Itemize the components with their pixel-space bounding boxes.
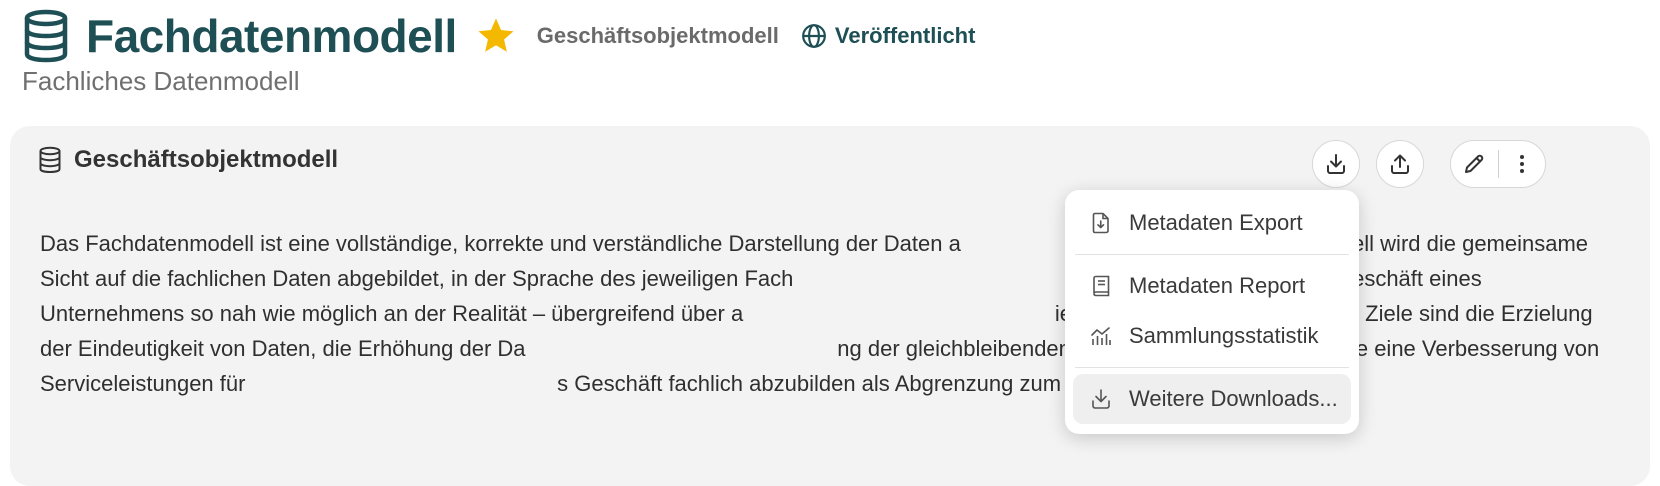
download-menu: Metadaten Export Metadaten Report Sammlu… xyxy=(1065,190,1359,434)
publish-status: Veröffentlicht xyxy=(801,23,976,49)
publish-status-label: Veröffentlicht xyxy=(834,23,976,48)
more-options-button[interactable] xyxy=(1498,141,1545,187)
menu-item-label: Weitere Downloads... xyxy=(1129,386,1338,411)
chart-icon xyxy=(1091,327,1111,345)
page-header: Fachdatenmodell Geschäftsobjektmodell Ve… xyxy=(22,6,975,66)
card-header: Geschäftsobjektmodell xyxy=(38,146,338,174)
favorite-star-icon[interactable] xyxy=(475,15,517,57)
download-icon xyxy=(1092,389,1110,409)
file-download-icon xyxy=(1092,212,1109,234)
card-title: Geschäftsobjektmodell xyxy=(74,146,339,173)
menu-item-collection-statistics[interactable]: Sammlungsstatistik xyxy=(1073,311,1351,361)
page-title: Fachdatenmodell xyxy=(86,10,457,62)
book-icon xyxy=(1093,275,1110,297)
menu-item-label: Metadaten Export xyxy=(1129,210,1303,235)
menu-item-more-downloads[interactable]: Weitere Downloads... xyxy=(1073,374,1351,424)
more-vertical-icon xyxy=(1519,155,1524,173)
menu-item-label: Metadaten Report xyxy=(1129,273,1306,298)
menu-item-metadata-report[interactable]: Metadaten Report xyxy=(1073,261,1351,311)
pencil-icon xyxy=(1465,154,1484,173)
download-icon xyxy=(1327,154,1345,174)
menu-item-label: Sammlungsstatistik xyxy=(1129,323,1319,348)
edit-button[interactable] xyxy=(1451,141,1498,187)
model-type-label: Geschäftsobjektmodell xyxy=(536,23,779,48)
model-description: Das Fachdatenmodell ist eine vollständig… xyxy=(40,231,1606,396)
menu-item-metadata-export[interactable]: Metadaten Export xyxy=(1073,198,1351,248)
menu-divider xyxy=(1075,254,1349,255)
page-subtitle: Fachliches Datenmodell xyxy=(22,66,300,96)
upload-icon xyxy=(1391,154,1409,174)
menu-divider xyxy=(1075,367,1349,368)
edit-actions-group xyxy=(1450,140,1546,188)
model-card: Geschäftsobjektmodell Das Fachdatenmodel… xyxy=(10,126,1650,486)
database-icon xyxy=(39,146,61,174)
download-button[interactable] xyxy=(1312,140,1360,188)
database-icon xyxy=(24,9,68,63)
upload-button[interactable] xyxy=(1376,140,1424,188)
globe-icon xyxy=(801,24,826,48)
